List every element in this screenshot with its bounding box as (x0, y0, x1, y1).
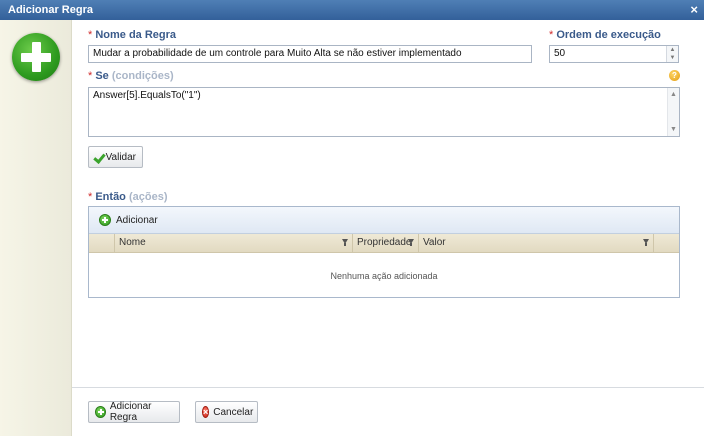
conditions-label: * Se (condições) (88, 70, 174, 82)
conditions-textarea[interactable]: Answer[5].EqualsTo("1") ▲ ▼ (88, 87, 680, 137)
add-action-button[interactable]: Adicionar (99, 214, 158, 226)
actions-label: * Então (ações) (88, 191, 168, 203)
window-title: Adicionar Regra (8, 4, 93, 16)
execution-order-stepper[interactable]: ▲ ▼ (666, 46, 678, 62)
stepper-down-icon[interactable]: ▼ (667, 54, 678, 62)
empty-message: Nenhuma ação adicionada (330, 271, 438, 281)
column-value-label: Valor (423, 237, 446, 248)
rule-name-label-text: Nome da Regra (95, 29, 177, 41)
conditions-hint: (condições) (111, 70, 174, 82)
scroll-down-icon[interactable]: ▼ (668, 126, 679, 133)
actions-grid: Adicionar Nome Propriedade Valor Nenhuma… (88, 206, 680, 298)
validate-button[interactable]: Validar (88, 146, 143, 168)
add-rule-button-label: Adicionar Regra (109, 401, 152, 423)
column-name-label: Nome (119, 237, 146, 248)
actions-hint: (ações) (128, 191, 168, 203)
stepper-up-icon[interactable]: ▲ (667, 46, 678, 54)
add-icon (99, 214, 111, 226)
execution-order-label-text: Ordem de execução (556, 29, 661, 41)
cancel-icon: × (202, 406, 210, 418)
column-selector (89, 234, 115, 253)
execution-order-input[interactable]: 50 ▲ ▼ (549, 45, 679, 63)
add-icon (95, 406, 106, 418)
required-mark: * (88, 191, 93, 203)
required-mark: * (549, 29, 554, 41)
close-icon[interactable]: × (690, 2, 698, 18)
actions-label-text: Então (95, 191, 126, 203)
sidebar (0, 20, 72, 436)
help-icon[interactable]: ? (669, 70, 680, 81)
checkmark-icon (95, 153, 102, 162)
conditions-value: Answer[5].EqualsTo("1") (93, 90, 201, 101)
scroll-up-icon[interactable]: ▲ (668, 91, 679, 98)
actions-grid-header: Nome Propriedade Valor (89, 234, 679, 253)
rule-name-value: Mudar a probabilidade de um controle par… (93, 48, 462, 59)
column-header-value[interactable]: Valor (419, 234, 654, 253)
required-mark: * (88, 70, 93, 82)
column-header-property[interactable]: Propriedade (353, 234, 419, 253)
actions-toolbar: Adicionar (89, 207, 679, 234)
add-action-label: Adicionar (116, 214, 158, 226)
footer-divider (72, 387, 704, 388)
rule-name-label: * Nome da Regra (88, 29, 176, 41)
validate-button-label: Validar (105, 151, 136, 163)
green-plus-icon (12, 33, 60, 81)
filter-icon[interactable] (342, 239, 348, 246)
cancel-button-label: Cancelar (213, 406, 254, 418)
rule-name-input[interactable]: Mudar a probabilidade de um controle par… (88, 45, 532, 63)
required-mark: * (88, 29, 93, 41)
title-bar: Adicionar Regra × (0, 0, 704, 20)
column-header-name[interactable]: Nome (115, 234, 353, 253)
filter-icon[interactable] (643, 239, 649, 246)
conditions-scrollbar[interactable]: ▲ ▼ (667, 88, 679, 136)
column-property-label: Propriedade (357, 237, 412, 248)
filter-icon[interactable] (408, 239, 414, 246)
execution-order-value: 50 (554, 48, 566, 59)
cancel-button[interactable]: × Cancelar (195, 401, 258, 423)
add-rule-button[interactable]: Adicionar Regra (88, 401, 180, 423)
conditions-label-text: Se (95, 70, 109, 82)
execution-order-label: * Ordem de execução (549, 29, 661, 41)
